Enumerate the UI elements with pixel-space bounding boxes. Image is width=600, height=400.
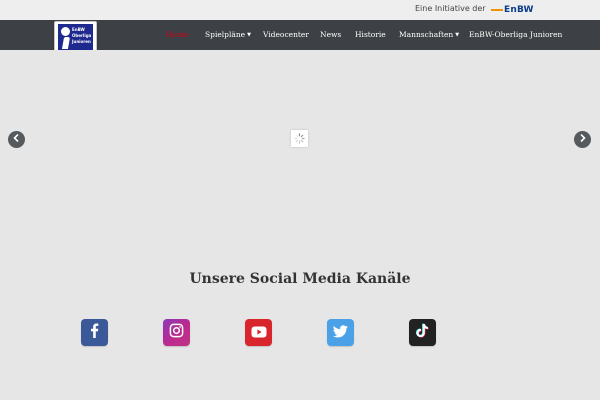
facebook-icon (88, 323, 101, 342)
nav-item-spielplaene[interactable]: Spielpläne ▼ (205, 30, 251, 39)
tiktok-icon (415, 323, 429, 342)
nav-item-home[interactable]: Home (166, 30, 189, 39)
football-icon (61, 27, 70, 36)
logo-line-2: Oberliga (72, 33, 92, 38)
logo-line-3: Junioren (72, 39, 91, 44)
enbw-dash (491, 9, 503, 11)
chevron-right-icon (579, 133, 586, 144)
nav-item-enbw-oberliga-junioren[interactable]: EnBW-Oberliga Junioren (469, 30, 562, 39)
carousel-prev-button[interactable] (8, 131, 25, 148)
instagram-link[interactable] (163, 319, 190, 346)
twitter-link[interactable] (327, 319, 354, 346)
logo-line-1: EnBW (72, 27, 85, 32)
logo-badge: EnBW Oberliga Junioren (58, 24, 93, 53)
nav-item-videocenter[interactable]: Videocenter (263, 30, 309, 39)
nav-item-historie[interactable]: Historie (355, 30, 386, 39)
chevron-left-icon (13, 133, 20, 144)
youtube-link[interactable] (245, 319, 272, 346)
caret-down-icon: ▼ (247, 32, 251, 38)
nav-item-mannschaften-label: Mannschaften (399, 30, 454, 39)
carousel-next-button[interactable] (574, 131, 591, 148)
tiktok-link[interactable] (409, 319, 436, 346)
spinner-icon (294, 129, 305, 148)
nav-item-news[interactable]: News (320, 30, 341, 39)
loading-spinner (291, 130, 308, 147)
youtube-icon (251, 323, 267, 342)
facebook-link[interactable] (81, 319, 108, 346)
caret-down-icon: ▼ (455, 32, 460, 38)
nav-item-mannschaften[interactable]: Mannschaften ▼ (399, 30, 459, 39)
instagram-icon (169, 323, 184, 342)
twitter-icon (333, 323, 348, 342)
enbw-brand-logo[interactable]: EnBW (491, 4, 534, 16)
initiative-text: Eine Initiative der (415, 4, 486, 13)
top-utility-bar: Eine Initiative der EnBW (0, 0, 600, 20)
nav-item-spielplaene-label: Spielpläne (205, 30, 246, 39)
enbw-brand-text: EnBW (504, 5, 534, 15)
social-media-heading: Unsere Social Media Kanäle (189, 271, 411, 287)
player-figure-icon (61, 37, 71, 49)
